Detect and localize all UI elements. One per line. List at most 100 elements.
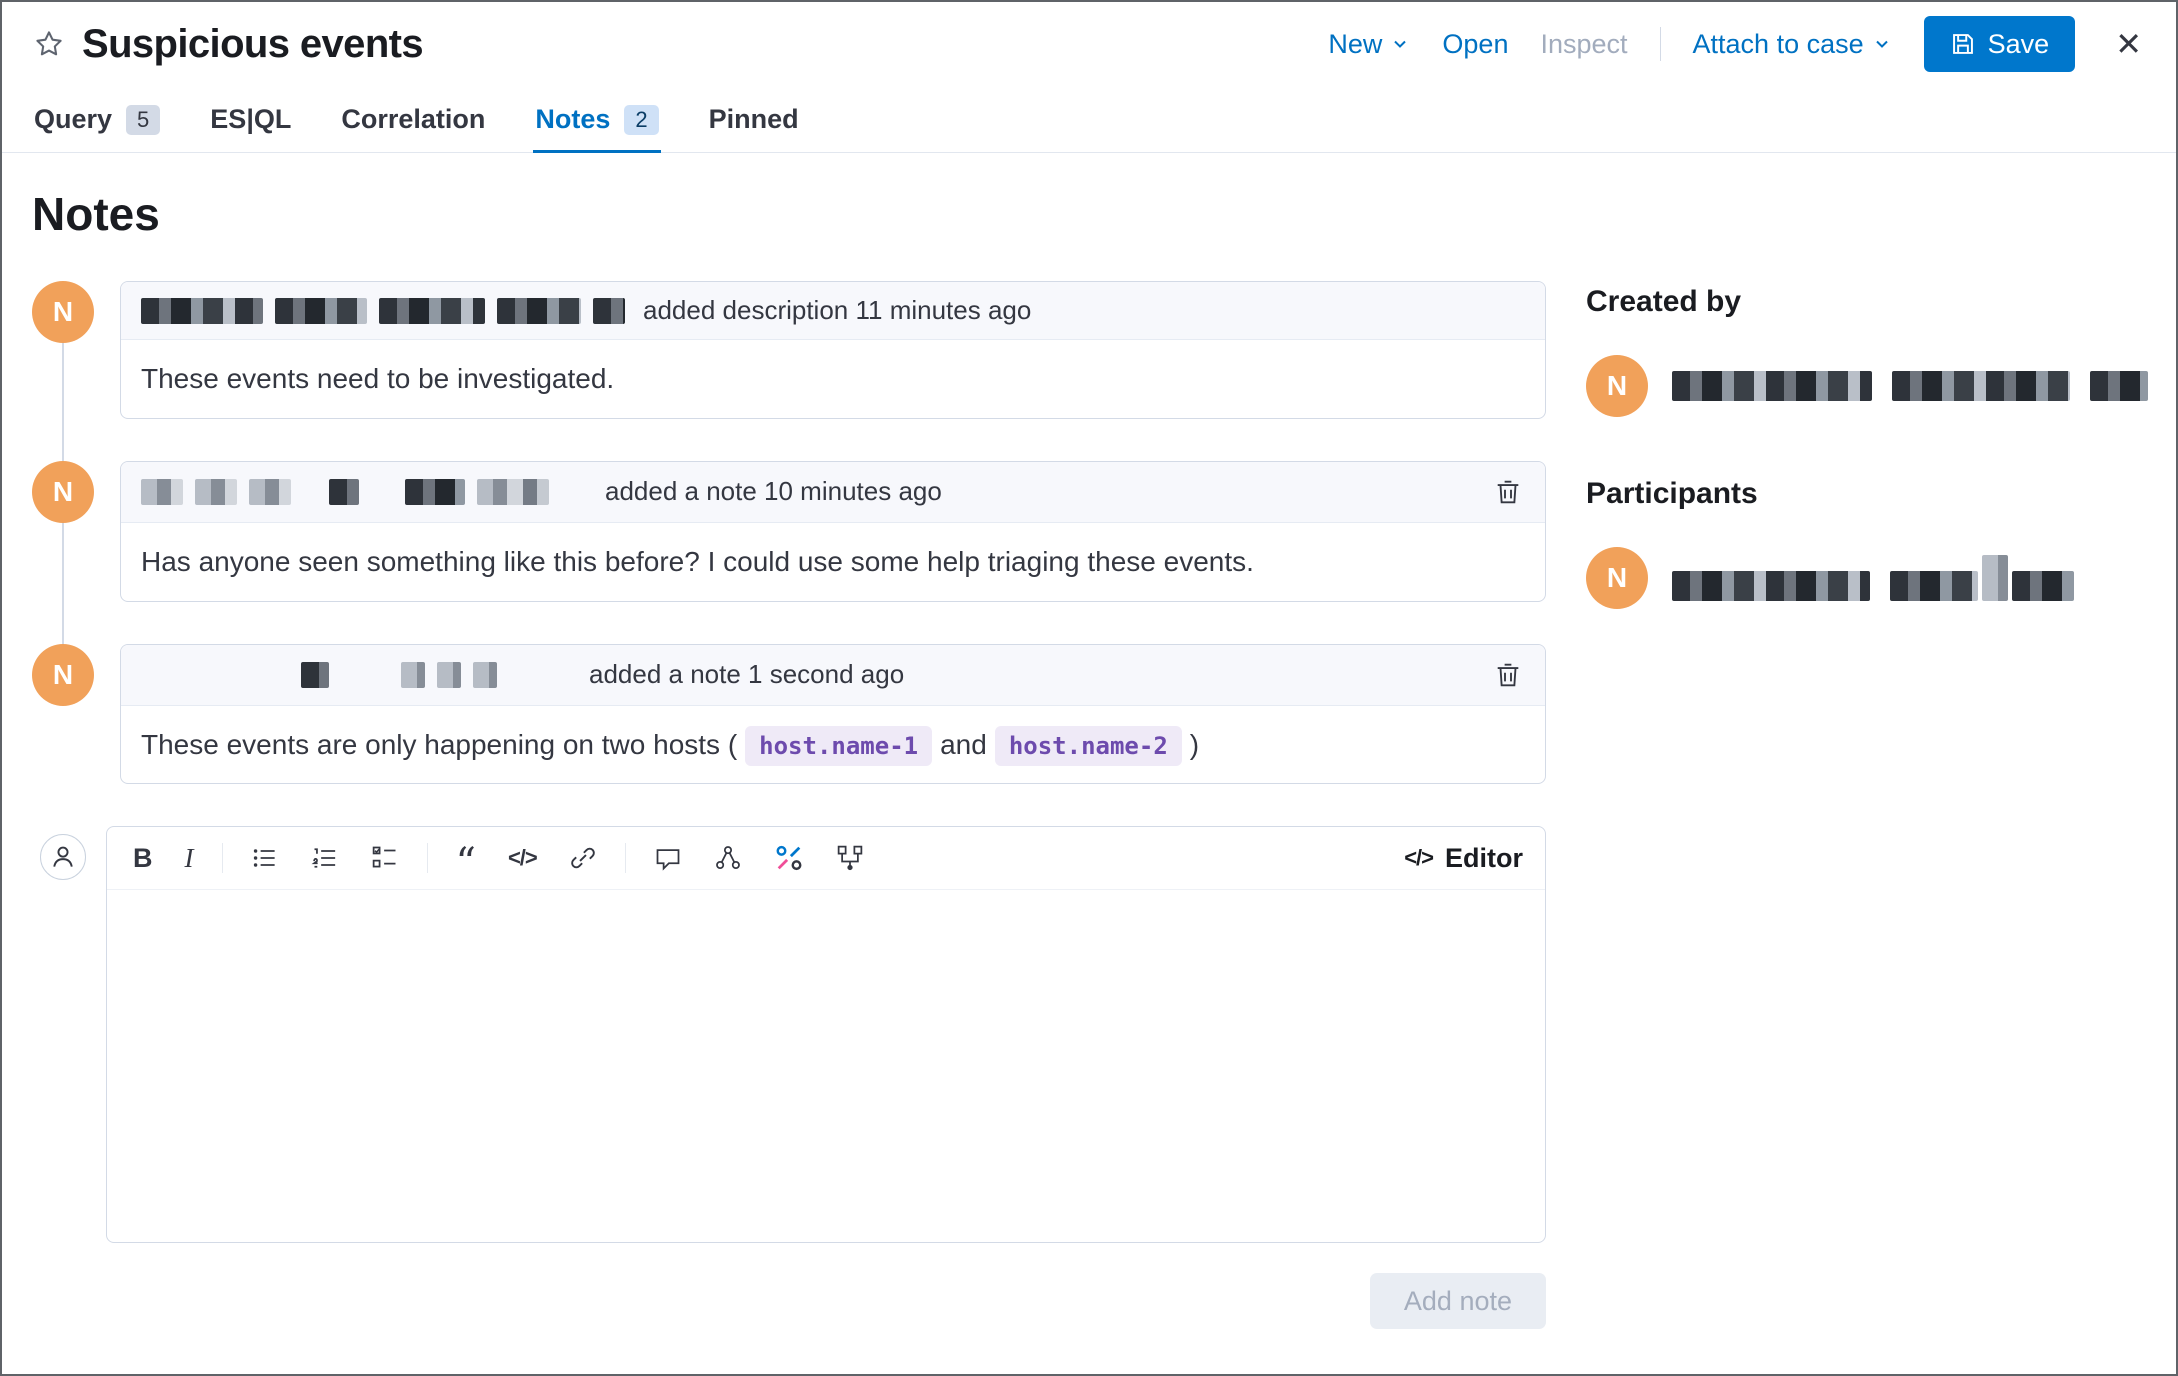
add-note-button[interactable]: Add note	[1369, 1273, 1546, 1330]
redacted-username	[141, 478, 183, 505]
osquery-icon[interactable]	[832, 840, 868, 876]
created-by-avatar: N	[1586, 355, 1648, 417]
redacted-text-group	[1890, 555, 2074, 601]
chevron-down-icon	[1875, 40, 1888, 48]
add-note-row: Add note	[32, 1273, 1546, 1330]
attach-to-case-button[interactable]: Attach to case	[1693, 29, 1892, 60]
note-body: These events are only happening on two h…	[121, 706, 1545, 784]
redacted-text	[2090, 371, 2148, 401]
editor-toolbar: B I “ </> </> Editor	[107, 827, 1545, 891]
attach-to-case-label: Attach to case	[1692, 28, 1864, 59]
redacted-username	[329, 478, 359, 505]
toolbar-separator	[624, 843, 626, 874]
note-item: N added a note 10 minutes ago Has anyone…	[32, 460, 1546, 602]
open-button[interactable]: Open	[1442, 29, 1508, 60]
chevron-down-icon	[1394, 40, 1407, 48]
save-button[interactable]: Save	[1923, 16, 2076, 72]
notes-main: Notes N added description 11 minutes ago	[32, 177, 1546, 1330]
participants-heading: Participants	[1586, 477, 1758, 510]
redacted-username	[275, 297, 367, 324]
redacted-username	[195, 478, 237, 505]
tab-notes-label: Notes	[535, 104, 611, 134]
tab-pinned-label: Pinned	[708, 104, 799, 134]
task-list-icon[interactable]	[367, 840, 403, 876]
redacted-username	[249, 478, 291, 505]
note-event-text: added a note 10 minutes ago	[605, 476, 942, 507]
code-icon[interactable]: </>	[504, 843, 541, 873]
save-label: Save	[1987, 28, 2050, 59]
person-icon	[53, 846, 73, 868]
italic-icon[interactable]: I	[181, 841, 198, 876]
participant-row: N	[1586, 547, 2146, 609]
host-name-chip: host.name-2	[994, 725, 1182, 766]
inspect-button[interactable]: Inspect	[1540, 29, 1627, 60]
note-text-input[interactable]	[107, 890, 1545, 1242]
unordered-list-icon[interactable]	[247, 840, 283, 876]
quote-icon[interactable]: “	[452, 839, 480, 883]
bold-icon[interactable]: B	[129, 841, 157, 876]
redacted-text	[1672, 371, 1872, 401]
timeline-tabs: Query 5 ES|QL Correlation Notes 2 Pinned	[2, 86, 2176, 153]
toolbar-separator	[426, 843, 428, 874]
redacted-name	[1672, 371, 2148, 401]
tab-notes[interactable]: Notes 2	[533, 86, 661, 153]
query-count-badge: 5	[126, 104, 161, 135]
close-icon[interactable]: ✕	[2111, 24, 2146, 64]
note-header: added a note 10 minutes ago	[121, 461, 1545, 523]
graph-icon[interactable]	[710, 840, 746, 876]
redacted-text	[1982, 555, 2008, 601]
participant-avatar: N	[1586, 547, 1648, 609]
redacted-username	[437, 661, 461, 688]
redacted-username	[477, 478, 549, 505]
comment-icon[interactable]	[650, 840, 686, 876]
code-icon: </>	[1404, 845, 1434, 871]
note-avatar: N	[32, 281, 94, 343]
note-body-prefix: These events are only happening on two h…	[141, 728, 738, 760]
redacted-username	[141, 297, 263, 324]
markdown-editor: B I “ </> </> Editor	[106, 826, 1546, 1244]
redacted-text	[1892, 371, 2070, 401]
redacted-username	[379, 297, 485, 324]
save-icon	[1952, 34, 1973, 54]
favorite-star-icon[interactable]	[30, 25, 68, 63]
new-button[interactable]: New	[1328, 29, 1410, 60]
timeline-icon[interactable]	[770, 839, 808, 877]
editor-mode-toggle[interactable]: </> Editor	[1404, 843, 1523, 874]
tab-query[interactable]: Query 5	[32, 86, 162, 153]
tab-esql[interactable]: ES|QL	[208, 86, 293, 153]
tab-correlation-label: Correlation	[341, 104, 486, 134]
note-body-conjunction: and	[940, 728, 987, 760]
tab-correlation[interactable]: Correlation	[339, 86, 487, 153]
redacted-username	[405, 478, 465, 505]
redacted-username	[301, 661, 329, 688]
page-title: Notes	[32, 188, 160, 240]
redacted-username	[593, 297, 625, 324]
delete-note-icon[interactable]	[1491, 475, 1525, 509]
note-header: added a note 1 second ago	[121, 644, 1545, 706]
note-avatar: N	[32, 643, 94, 706]
note-body: Has anyone seen something like this befo…	[141, 545, 1254, 577]
notes-tab-content: Notes N added description 11 minutes ago	[2, 153, 2176, 1330]
new-label: New	[1328, 28, 1383, 59]
toolbar-separator	[221, 843, 223, 874]
note-header: added description 11 minutes ago	[121, 282, 1545, 340]
tab-pinned[interactable]: Pinned	[707, 86, 801, 153]
note-avatar: N	[32, 460, 94, 523]
tab-esql-label: ES|QL	[210, 104, 292, 134]
notes-list: N added description 11 minutes ago These…	[32, 281, 1546, 785]
note-event-text: added a note 1 second ago	[589, 659, 905, 690]
link-icon[interactable]	[565, 840, 601, 876]
new-note-editor-row: B I “ </> </> Editor	[32, 826, 1546, 1244]
delete-note-icon[interactable]	[1491, 658, 1525, 692]
redacted-username	[473, 661, 497, 688]
redacted-username	[497, 297, 581, 324]
timeline-title: Suspicious events	[82, 21, 424, 66]
notes-sidebar: Created by N Participants N	[1586, 177, 2148, 1329]
notes-count-badge: 2	[624, 104, 659, 135]
note-item: N added description 11 minutes ago These…	[32, 281, 1546, 419]
vertical-divider	[1659, 27, 1661, 61]
ordered-list-icon[interactable]	[307, 840, 343, 876]
current-user-avatar	[40, 834, 86, 881]
editor-mode-label: Editor	[1445, 842, 1523, 873]
note-panel: added a note 1 second ago These events a…	[120, 643, 1546, 785]
